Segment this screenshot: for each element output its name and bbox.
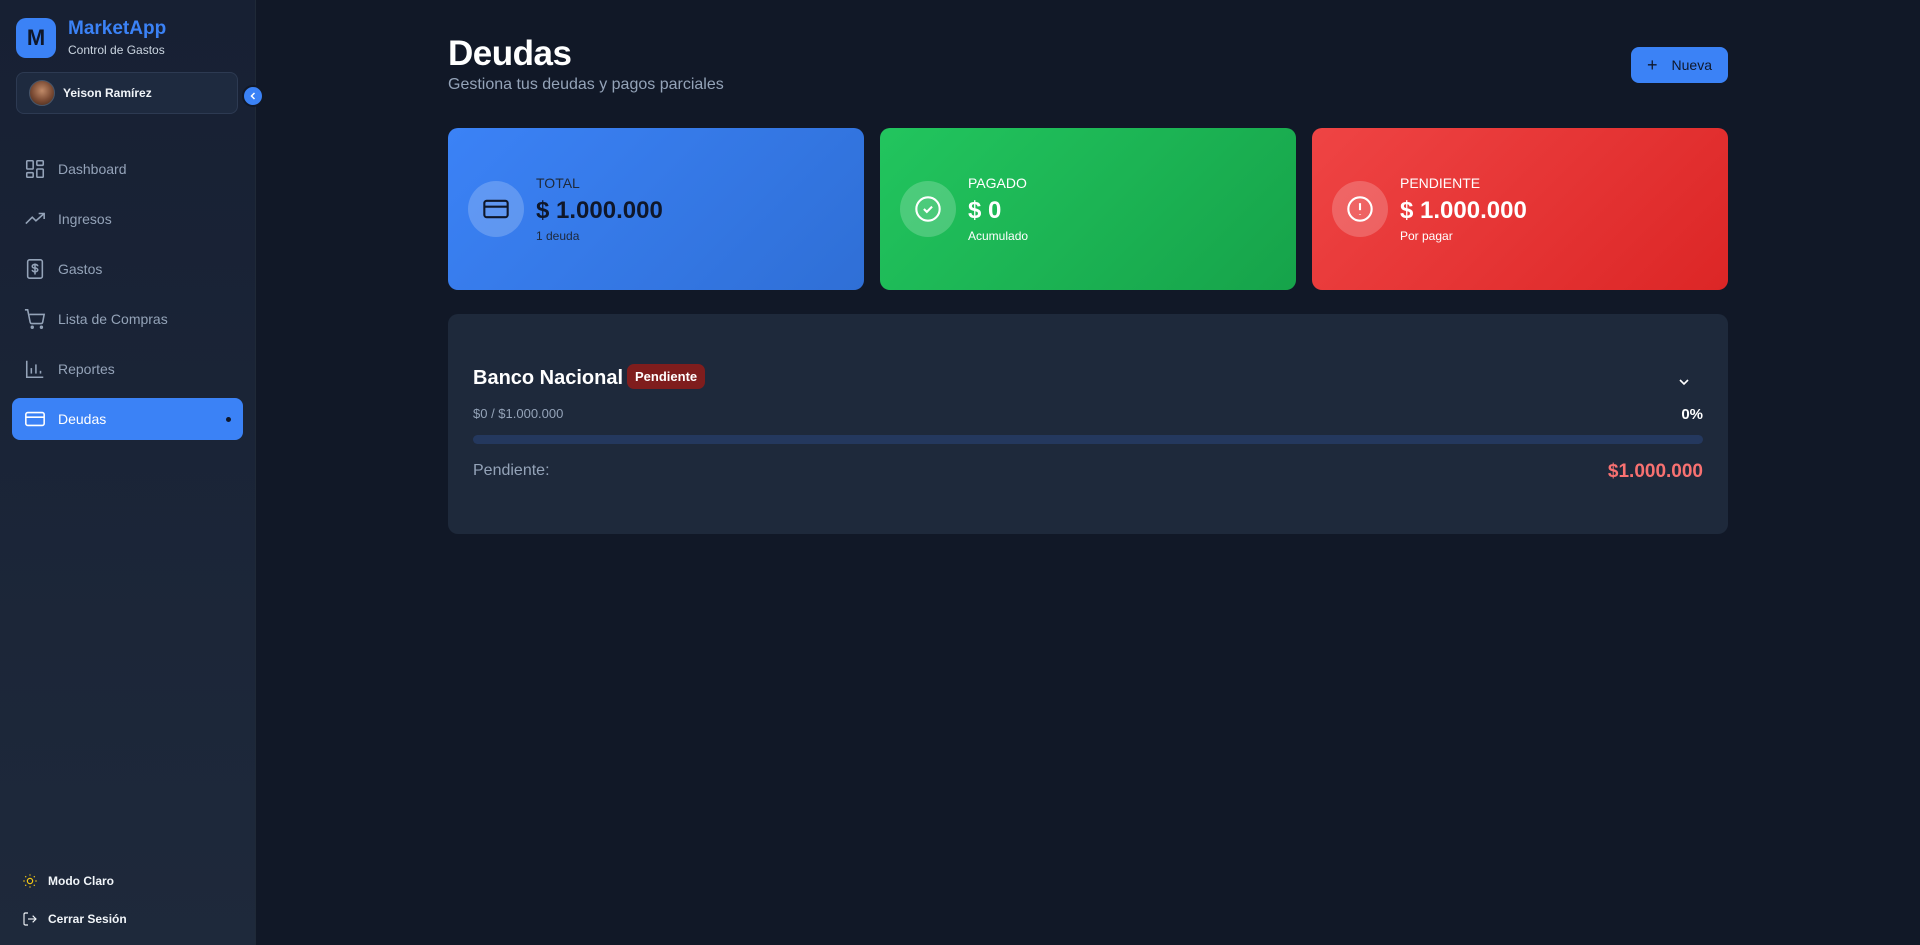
plus-icon: + [1647, 54, 1658, 75]
paid-card: PAGADO $ 0 Acumulado [880, 128, 1296, 290]
sidebar-item-reportes[interactable]: Reportes [12, 348, 243, 390]
sidebar-item-label: Dashboard [58, 161, 127, 177]
theme-toggle-button[interactable]: Modo Claro [22, 870, 127, 892]
chevron-down-icon[interactable] [1676, 374, 1692, 390]
paid-note: Acumulado [968, 229, 1029, 243]
logout-icon [23, 912, 37, 926]
collapse-sidebar-button[interactable] [242, 85, 264, 107]
active-indicator [226, 417, 231, 422]
total-note: 1 deuda [536, 229, 580, 243]
pending-note: Por pagar [1400, 229, 1453, 243]
dollar-receipt-icon [26, 259, 44, 279]
dashboard-icon [25, 159, 45, 179]
brand[interactable]: M MarketApp Control de Gastos [16, 18, 166, 58]
debt-pending-label: Pendiente: [473, 462, 550, 479]
paid-value: $ 0 [968, 197, 1002, 224]
brand-name: MarketApp [68, 18, 167, 39]
sidebar-nav: Dashboard Ingresos Gastos Lista de Compr… [12, 148, 243, 448]
brand-subtitle: Control de Gastos [68, 43, 165, 57]
sidebar-item-label: Gastos [58, 261, 103, 277]
credit-card-icon [468, 181, 524, 237]
debt-name: Banco Nacional [473, 367, 624, 389]
sidebar-bottom: Modo Claro Cerrar Sesión [22, 870, 127, 945]
user-name: Yeison Ramírez [63, 86, 152, 100]
sidebar-item-label: Reportes [58, 361, 115, 377]
sidebar: M MarketApp Control de Gastos Yeison Ram… [0, 0, 256, 945]
sun-icon [23, 874, 37, 888]
debt-item[interactable]: Banco Nacional Pendiente $0 / $1.000.000… [448, 314, 1728, 534]
sidebar-item-label: Ingresos [58, 211, 112, 227]
alert-circle-icon [1332, 181, 1388, 237]
paid-label: PAGADO [968, 175, 1027, 191]
logout-label: Cerrar Sesión [48, 912, 127, 926]
chevron-left-icon [250, 92, 256, 100]
sidebar-item-label: Lista de Compras [58, 311, 168, 327]
pending-value: $ 1.000.000 [1400, 197, 1527, 224]
total-value: $ 1.000.000 [536, 197, 663, 224]
user-profile[interactable]: Yeison Ramírez [16, 72, 238, 114]
status-badge: Pendiente [627, 364, 706, 389]
pending-card: PENDIENTE $ 1.000.000 Por pagar [1312, 128, 1728, 290]
pending-label: PENDIENTE [1400, 175, 1481, 191]
total-label: TOTAL [536, 175, 580, 191]
sidebar-item-lista-compras[interactable]: Lista de Compras [12, 298, 243, 340]
debt-percent: 0% [1681, 406, 1703, 423]
debt-progress-bar [473, 435, 1703, 444]
credit-card-icon [25, 411, 45, 427]
new-debt-label: Nueva [1671, 57, 1712, 73]
total-card: TOTAL $ 1.000.000 1 deuda [448, 128, 864, 290]
debt-pending-value: $1.000.000 [1607, 461, 1703, 482]
debt-progress-text: $0 / $1.000.000 [473, 406, 564, 421]
brand-logo: M [16, 18, 56, 58]
page-subtitle: Gestiona tus deudas y pagos parciales [448, 76, 724, 93]
sidebar-item-gastos[interactable]: Gastos [12, 248, 243, 290]
theme-toggle-label: Modo Claro [48, 874, 114, 888]
trending-up-icon [25, 212, 45, 225]
logout-button[interactable]: Cerrar Sesión [22, 908, 127, 930]
check-circle-icon [900, 181, 956, 237]
sidebar-item-ingresos[interactable]: Ingresos [12, 198, 243, 240]
new-debt-button[interactable]: + Nueva [1631, 47, 1728, 83]
sidebar-item-deudas[interactable]: Deudas [12, 398, 243, 440]
page-title: Deudas [448, 34, 572, 73]
sidebar-item-label: Deudas [58, 411, 107, 427]
avatar [29, 80, 55, 106]
cart-icon [24, 309, 46, 329]
sidebar-item-dashboard[interactable]: Dashboard [12, 148, 243, 190]
bar-chart-icon [25, 360, 44, 379]
